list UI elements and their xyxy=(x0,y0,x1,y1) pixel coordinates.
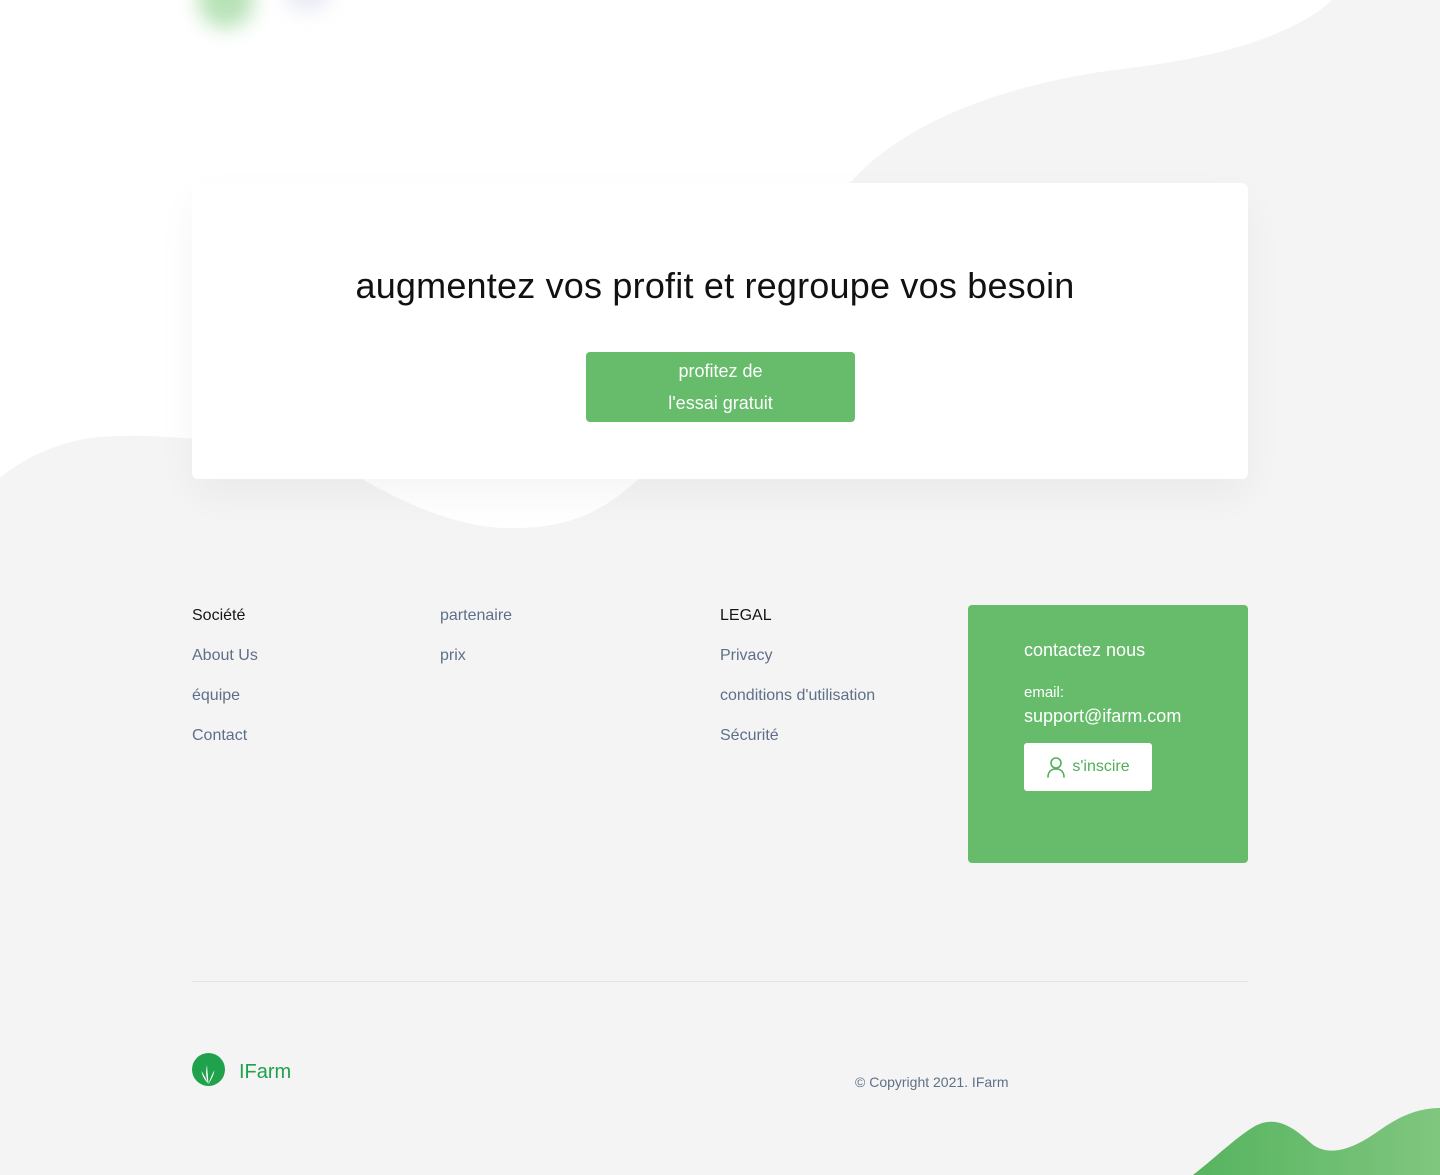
footer-heading-legal: LEGAL xyxy=(720,607,772,624)
signup-button-label: s'inscire xyxy=(1072,758,1130,775)
contact-email-link[interactable]: support@ifarm.com xyxy=(1024,705,1181,727)
contact-title: contactez nous xyxy=(1024,640,1146,660)
footer-column-legal: LEGAL Privacy conditions d'utilisation S… xyxy=(720,606,875,766)
cta-card: augmentez vos profit et regroupe vos bes… xyxy=(192,183,1248,479)
background-shapes xyxy=(0,0,1440,1175)
leaf-logo-icon xyxy=(192,1053,225,1091)
free-trial-button[interactable]: profitez de l'essai gratuit xyxy=(586,352,855,422)
footer-link-contact[interactable]: Contact xyxy=(192,726,258,746)
free-trial-button-line1: profitez de xyxy=(678,361,763,381)
footer-column-company: Société About Us équipe Contact xyxy=(192,606,258,766)
footer-link-team[interactable]: équipe xyxy=(192,686,258,706)
copyright: © Copyright 2021. IFarm xyxy=(855,1074,1009,1090)
free-trial-button-line2: l'essai gratuit xyxy=(668,393,773,413)
contact-email-label: email: xyxy=(1024,684,1065,701)
brand-name: IFarm xyxy=(239,1061,292,1083)
user-icon xyxy=(1046,756,1066,778)
footer-link-privacy[interactable]: Privacy xyxy=(720,646,875,666)
footer-link-terms[interactable]: conditions d'utilisation xyxy=(720,686,875,706)
signup-button[interactable]: s'inscire xyxy=(1024,743,1152,791)
footer-divider xyxy=(192,981,1248,982)
footer-column-partners: partenaire prix xyxy=(440,606,512,686)
footer-link-pricing[interactable]: prix xyxy=(440,646,512,666)
footer-link-about-us[interactable]: About Us xyxy=(192,646,258,666)
footer-link-security[interactable]: Sécurité xyxy=(720,726,875,746)
footer-heading-company: Société xyxy=(192,607,246,624)
brand[interactable]: IFarm xyxy=(192,1053,291,1091)
cta-title: augmentez vos profit et regroupe vos bes… xyxy=(355,265,1075,306)
footer-link-partners[interactable]: partenaire xyxy=(440,606,512,626)
contact-box: contactez nous email: support@ifarm.com … xyxy=(968,605,1248,863)
